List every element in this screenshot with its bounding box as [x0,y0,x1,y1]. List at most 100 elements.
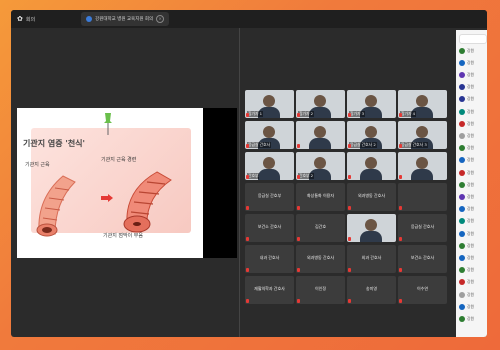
mic-muted-icon [399,144,402,148]
participant-tile[interactable]: 참가자 1 [245,90,294,118]
participant-tile[interactable] [296,121,345,149]
sidebar-item[interactable]: 강원 [459,107,486,116]
participant-avatar-icon [459,120,465,127]
participant-video [314,95,326,107]
participant-tile[interactable] [347,214,396,242]
slide-title: 기관지 염증 '천식' [23,139,85,148]
sidebar-item-label: 강원 [467,291,474,297]
sidebar-item[interactable]: 강원 [459,192,486,201]
mic-muted-icon [297,206,300,210]
participant-tile[interactable]: 외과병동 간호사 [347,183,396,211]
participant-video [263,157,275,169]
participant-avatar-icon [459,132,465,139]
sidebar-item[interactable]: 강원 [459,241,486,250]
sidebar-item[interactable]: 강원 [459,266,486,275]
close-icon[interactable]: × [156,15,165,23]
sidebar-item-label: 강원 [467,59,474,65]
participant-tile[interactable]: 화상통화 이용자 [296,183,345,211]
participant-video [314,126,326,138]
participant-tile[interactable]: 참가자 4 [398,90,447,118]
participant-tile[interactable] [398,183,447,211]
participant-tile[interactable]: 외과병동 간호사 [296,245,345,273]
participant-tile[interactable]: 참가자 3 [347,90,396,118]
participant-tile[interactable]: 응급실 간호사 [398,214,447,242]
participant-tile[interactable] [347,152,396,180]
participant-name: 응급실 간호사 2 [349,142,377,148]
sidebar-search-input[interactable] [459,34,487,44]
sidebar-item[interactable]: 강원 [459,83,486,92]
participant-tile[interactable]: 보건소 간호사 [398,245,447,273]
participant-tile[interactable]: 송미영 [347,276,396,304]
mic-muted-icon [348,237,351,241]
mic-muted-icon [297,268,300,272]
sidebar-item[interactable]: 강원 [459,144,486,153]
participant-tile[interactable]: 재활의학과 간호사 [245,276,294,304]
participant-avatar-icon [459,157,465,164]
sidebar-item[interactable]: 강원 [459,314,486,323]
participant-video-body [309,138,331,149]
sidebar-item[interactable]: 강원 [459,70,486,79]
sidebar-item[interactable]: 강원 [459,119,486,128]
sidebar-item-label: 강원 [467,267,474,273]
meeting-icon [86,16,93,22]
participant-video [365,157,377,169]
participant-name: 참가자 1 [247,111,264,117]
participant-avatar-icon [459,242,465,249]
sidebar-item[interactable]: 강원 [459,253,486,262]
sidebar-item-label: 강원 [467,254,474,260]
participant-video [365,95,377,107]
sidebar-item[interactable]: 강원 [459,205,486,214]
participant-sidebar: 강원 강원 강원 강원 강원 강원 강원 강원 강원 강원 강원 강원 강원 강원 강원 강원 강원 강원 강원 강원… [456,30,487,337]
participant-tile[interactable]: 보건소 간호사 [245,214,294,242]
participant-avatar-icon [459,303,465,310]
mic-muted-icon [348,299,351,303]
mic-muted-icon [297,237,300,241]
app-menu[interactable]: ✿ 회의 [11,10,41,28]
mic-muted-icon [246,144,249,148]
sidebar-item[interactable]: 강원 [459,229,486,238]
participant-tile[interactable]: 참가자 2 [296,90,345,118]
participant-avatar-icon [459,206,465,213]
participant-tile[interactable]: 응급실 간호사 3 [398,121,447,149]
sidebar-item[interactable]: 강원 [459,302,486,311]
participant-tile[interactable]: 응급실 간호사 [245,121,294,149]
sidebar-item-label: 강원 [467,47,474,53]
participant-name: 간호부 2 [298,173,315,179]
participant-tile[interactable]: 응급실 간호사 2 [347,121,396,149]
participant-tile[interactable]: 외과 간호사 [347,245,396,273]
sidebar-item[interactable]: 강원 [459,131,486,140]
participant-video-body [360,169,382,180]
participant-tile[interactable]: 간호부 [245,152,294,180]
participant-tile[interactable] [398,152,447,180]
sidebar-item[interactable]: 강원 [459,217,486,226]
sidebar-item[interactable]: 강원 [459,290,486,299]
sidebar-item[interactable]: 강원 [459,278,486,287]
participant-tile[interactable]: 내과 간호사 [245,245,294,273]
mic-muted-icon [246,175,249,179]
participant-tile[interactable]: 김간호 [296,214,345,242]
mic-muted-icon [399,113,402,117]
sidebar-item[interactable]: 강원 [459,168,486,177]
panel-divider[interactable] [239,28,240,337]
sidebar-item[interactable]: 강원 [459,156,486,165]
sidebar-item[interactable]: 강원 [459,180,486,189]
participant-avatar-icon [459,315,465,322]
participant-avatar-icon [459,84,465,91]
mic-muted-icon [297,299,300,303]
participant-tile[interactable]: 간호부 2 [296,152,345,180]
participant-name: 화상통화 이용자 [306,193,335,198]
sidebar-item[interactable]: 강원 [459,58,486,67]
sidebar-item-label: 강원 [467,84,474,90]
mic-muted-icon [297,113,300,117]
sidebar-item-label: 강원 [467,206,474,212]
sidebar-item[interactable]: 강원 [459,95,486,104]
participant-avatar-icon [459,218,465,225]
participant-name: 외과병동 간호사 [357,193,386,198]
meeting-tab[interactable]: 강원대학교 병원 교육지원 회의 × [81,12,170,26]
participant-name: 내과 간호사 [259,255,280,260]
participant-tile[interactable]: 이수연 [398,276,447,304]
participant-tile[interactable]: 응급실 간호부 [245,183,294,211]
sidebar-item-label: 강원 [467,132,474,138]
sidebar-item[interactable]: 강원 [459,46,486,55]
participant-tile[interactable]: 이인정 [296,276,345,304]
